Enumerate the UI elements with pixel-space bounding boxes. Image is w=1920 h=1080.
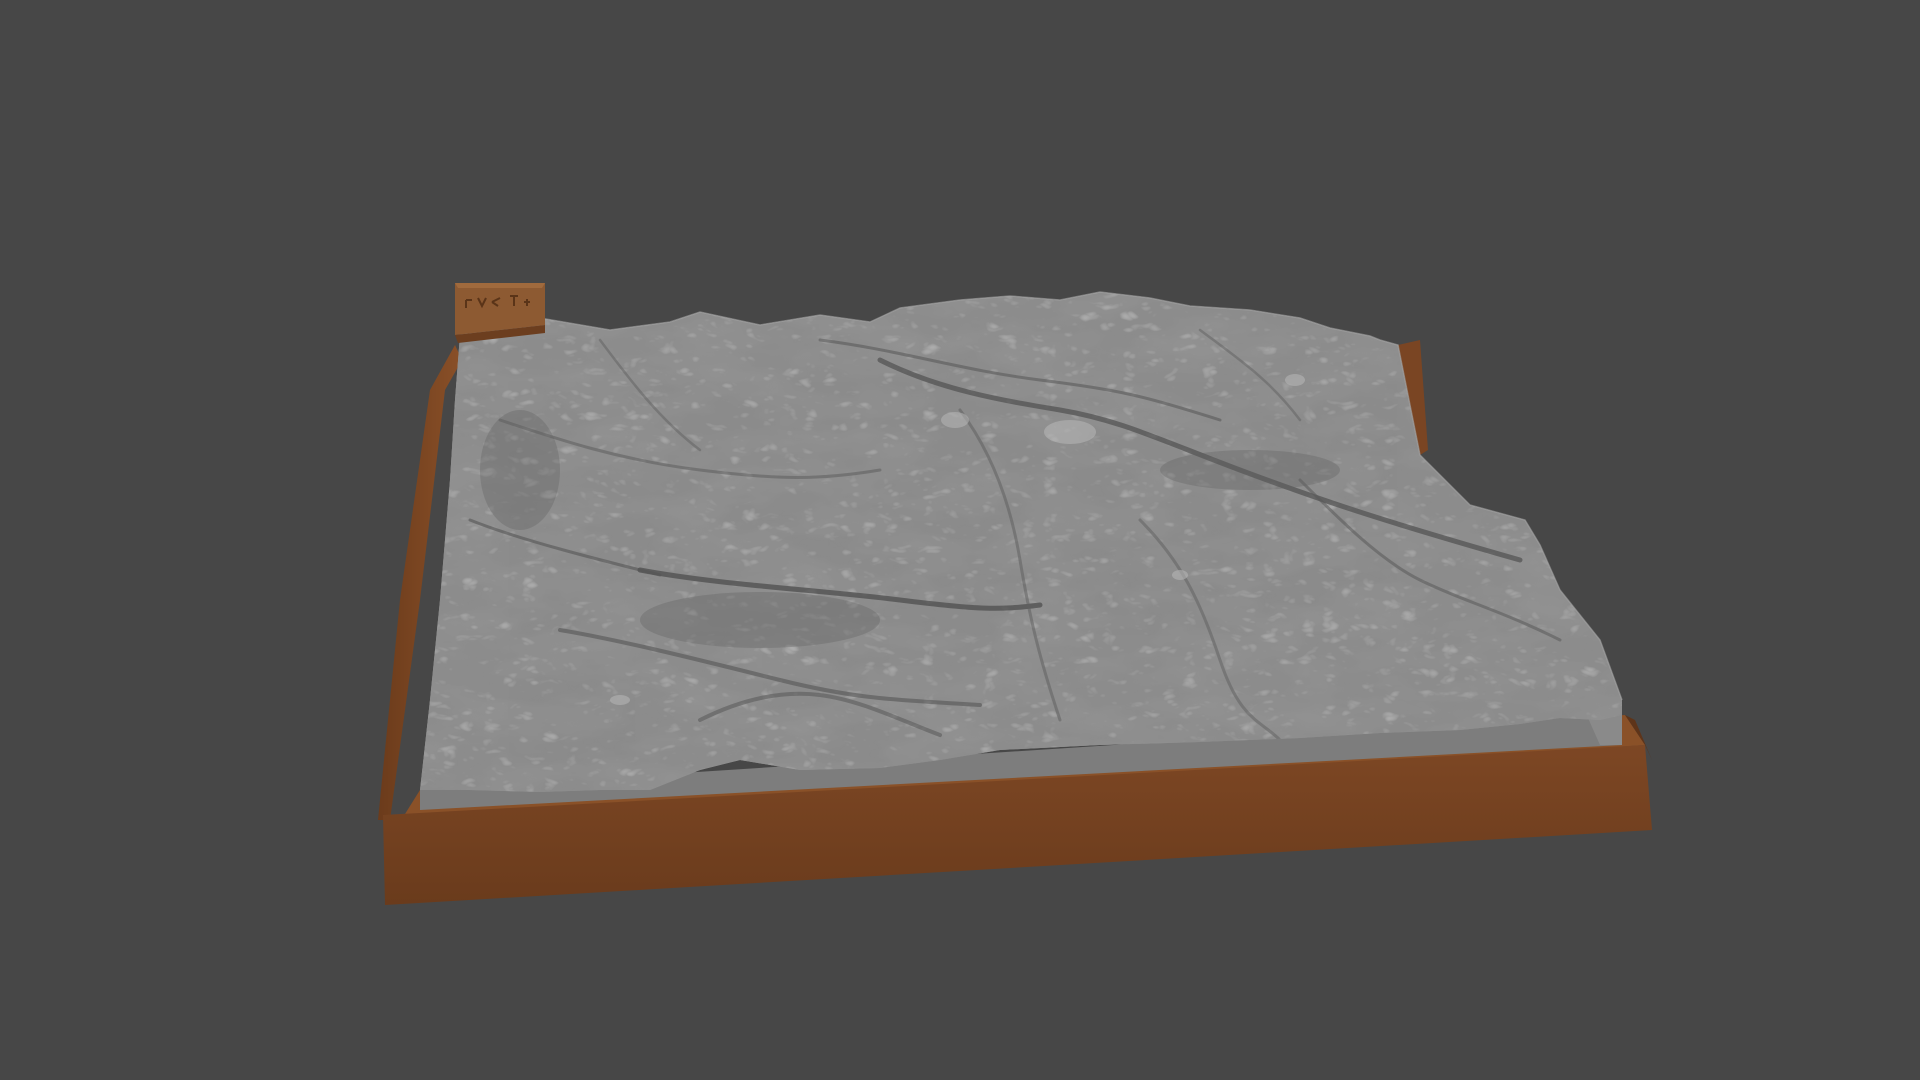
3d-viewport[interactable] (0, 0, 1920, 1080)
label-block (455, 283, 545, 343)
terrain-scene (378, 283, 1652, 905)
